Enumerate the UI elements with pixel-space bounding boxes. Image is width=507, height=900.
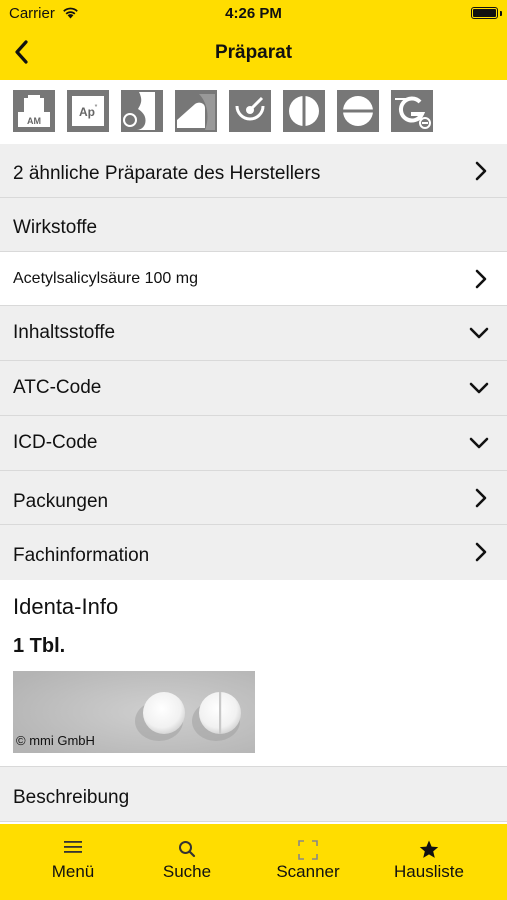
wirkstoffe-label: Wirkstoffe	[13, 217, 98, 238]
chevron-right-icon	[475, 542, 487, 567]
chevron-down-icon	[469, 436, 489, 454]
tab-menu-label: Menü	[51, 862, 95, 881]
similar-products-row[interactable]: 2 ähnliche Präparate des Herstellers	[0, 144, 507, 198]
battery-tip	[500, 11, 502, 16]
tab-scanner[interactable]: Scanner	[245, 824, 371, 900]
svg-text:Ap: Ap	[79, 105, 95, 119]
ingredient-row[interactable]: Acetylsalicylsäure 100 mg	[0, 252, 507, 306]
battery-icon	[471, 7, 498, 19]
tab-hausliste[interactable]: Hausliste	[366, 824, 492, 900]
navigation-bar: Präparat	[0, 28, 507, 80]
fachinformation-label: Fachinformation	[13, 545, 150, 566]
search-icon	[124, 840, 250, 860]
chevron-down-icon	[469, 326, 489, 344]
ingredient-label: Acetylsalicylsäure 100 mg	[13, 270, 198, 287]
breastfeeding-icon[interactable]	[175, 90, 217, 132]
info-icon-bar: AM Ap *	[0, 80, 507, 144]
identa-info-section: Identa-Info 1 Tbl. © mmi GmbH	[0, 580, 507, 766]
tab-scanner-label: Scanner	[276, 862, 340, 881]
identa-dose: 1 Tbl.	[13, 635, 66, 657]
chevron-down-icon	[469, 381, 489, 399]
atc-code-row[interactable]: ATC-Code	[0, 361, 507, 416]
pregnancy-icon[interactable]	[121, 90, 163, 132]
beschreibung-label: Beschreibung	[13, 787, 130, 808]
image-copyright: © mmi GmbH	[16, 733, 95, 748]
icd-code-label: ICD-Code	[13, 432, 98, 453]
icd-code-row[interactable]: ICD-Code	[0, 416, 507, 471]
atc-code-label: ATC-Code	[13, 377, 102, 398]
fachinformation-row[interactable]: Fachinformation	[0, 525, 507, 580]
tab-search[interactable]: Suche	[124, 824, 250, 900]
generic-icon[interactable]	[391, 90, 433, 132]
svg-text:AM: AM	[27, 116, 41, 126]
identa-title: Identa-Info	[13, 594, 119, 619]
packungen-label: Packungen	[13, 491, 109, 512]
tablet-divisible-icon[interactable]	[337, 90, 379, 132]
tablet-scored-icon[interactable]	[283, 90, 325, 132]
clock: 4:26 PM	[225, 5, 282, 22]
wirkstoffe-header: Wirkstoffe	[0, 198, 507, 252]
chevron-right-icon	[475, 488, 487, 513]
ap-icon[interactable]: Ap *	[67, 90, 109, 132]
alcohol-icon[interactable]	[229, 90, 271, 132]
tab-search-label: Suche	[162, 862, 212, 881]
star-icon	[366, 840, 492, 860]
tab-bar: Menü Suche Scanner Hausliste	[0, 824, 507, 900]
inhaltsstoffe-label: Inhaltsstoffe	[13, 322, 116, 343]
status-bar: Carrier 4:26 PM	[0, 0, 507, 28]
page-title: Präparat	[214, 42, 293, 63]
am-icon[interactable]: AM	[13, 90, 55, 132]
scanner-icon	[245, 840, 371, 860]
pill-image[interactable]: © mmi GmbH	[13, 671, 255, 753]
chevron-right-icon	[475, 161, 487, 186]
beschreibung-row[interactable]: Beschreibung	[0, 766, 507, 822]
menu-icon	[10, 840, 136, 860]
chevron-right-icon	[475, 269, 487, 294]
packungen-row[interactable]: Packungen	[0, 471, 507, 525]
similar-products-label: 2 ähnliche Präparate des Herstellers	[13, 163, 321, 184]
tab-hausliste-label: Hausliste	[394, 862, 464, 881]
tab-menu[interactable]: Menü	[10, 824, 136, 900]
svg-text:*: *	[95, 104, 98, 111]
inhaltsstoffe-row[interactable]: Inhaltsstoffe	[0, 306, 507, 361]
